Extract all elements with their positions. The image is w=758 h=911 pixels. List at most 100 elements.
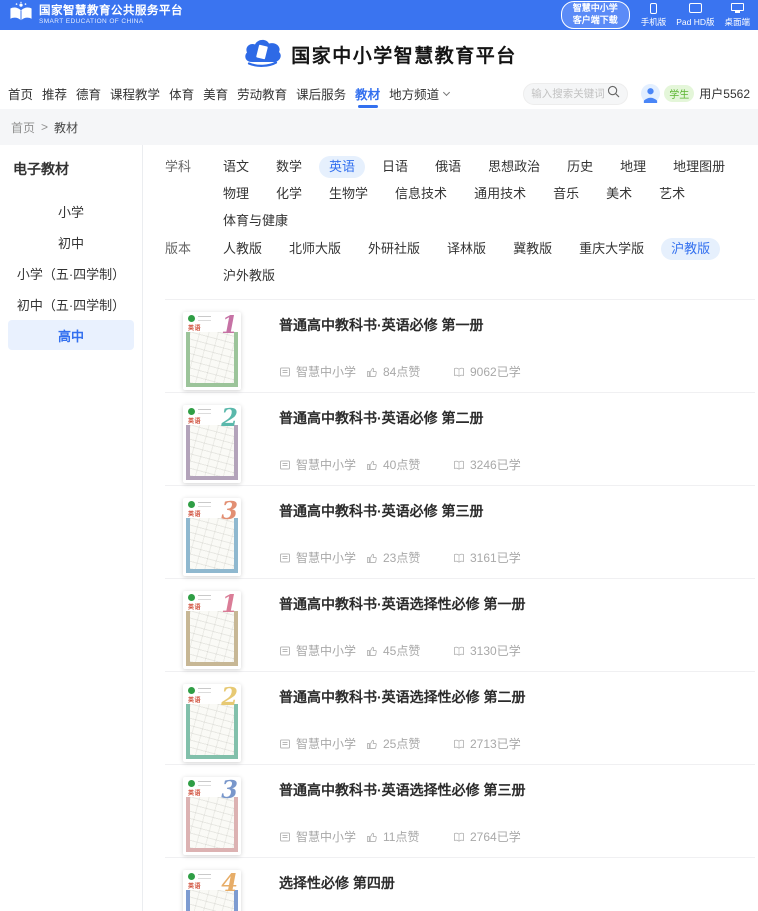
book-likes-text: 11点赞 xyxy=(383,828,419,845)
subject-arts[interactable]: 艺术 xyxy=(649,183,695,205)
device-link-pad[interactable]: Pad HD版 xyxy=(676,2,714,28)
nav-item-home[interactable]: 首页 xyxy=(8,78,33,109)
edition-waiyanshe[interactable]: 外研社版 xyxy=(358,238,430,260)
book-cover[interactable]: 英语2 xyxy=(183,405,241,483)
book-cover[interactable]: 英语2 xyxy=(183,684,241,762)
user-avatar-icon[interactable] xyxy=(641,84,660,103)
book-info: 普通高中教科书·英语选择性必修 第一册智慧中小学 45点赞3130已学 xyxy=(279,591,755,671)
subject-pe-health[interactable]: 体育与健康 xyxy=(213,210,298,232)
platform-brand[interactable]: 国家智慧教育公共服务平台 SMART EDUCATION OF CHINA xyxy=(8,1,183,30)
subject-music[interactable]: 音乐 xyxy=(543,183,589,205)
tablet-icon xyxy=(689,2,702,14)
sidebar-item-primary-54[interactable]: 小学（五·四学制） xyxy=(8,258,134,288)
book-cover[interactable]: 英语1 xyxy=(183,591,241,669)
subject-english[interactable]: 英语 xyxy=(319,156,365,178)
edition-yilin[interactable]: 译林版 xyxy=(437,238,496,260)
subject-physics[interactable]: 物理 xyxy=(213,183,259,205)
edition-hujiao[interactable]: 沪教版 xyxy=(661,238,720,260)
book-meta: 智慧中小学11点赞2764已学 xyxy=(279,828,755,845)
book-title[interactable]: 普通高中教科书·英语选择性必修 第一册 xyxy=(279,594,755,614)
book-title[interactable]: 普通高中教科书·英语必修 第一册 xyxy=(279,315,755,335)
search-input[interactable] xyxy=(531,88,607,100)
subject-japanese[interactable]: 日语 xyxy=(372,156,418,178)
subject-russian[interactable]: 俄语 xyxy=(425,156,471,178)
cover-subject-label: 英语 xyxy=(188,323,201,332)
subject-chinese[interactable]: 语文 xyxy=(213,156,259,178)
book-cover[interactable]: 英语1 xyxy=(183,312,241,390)
sidebar-item-senior[interactable]: 高中 xyxy=(8,320,134,350)
book-cover[interactable]: 英语3 xyxy=(183,777,241,855)
book-likes[interactable]: 40点赞 xyxy=(366,456,453,473)
book-meta: 智慧中小学84点赞9062已学 xyxy=(279,363,755,380)
book-source-text: 智慧中小学 xyxy=(296,735,356,752)
search-box[interactable] xyxy=(523,83,628,105)
client-download-button[interactable]: 智慧中小学 客户端下载 xyxy=(561,1,630,28)
subject-geography[interactable]: 地理 xyxy=(610,156,656,178)
cover-art xyxy=(186,332,238,387)
book-likes[interactable]: 45点赞 xyxy=(366,642,453,659)
nav-item-textbook[interactable]: 教材 xyxy=(355,78,380,109)
sidebar-item-primary[interactable]: 小学 xyxy=(8,196,134,226)
subject-politics[interactable]: 思想政治 xyxy=(478,156,550,178)
book-title[interactable]: 普通高中教科书·英语必修 第二册 xyxy=(279,408,755,428)
subject-filter-items: 语文数学英语日语俄语思想政治历史地理地理图册物理化学生物学信息技术通用技术音乐美… xyxy=(213,153,755,234)
book-learned-text: 2713已学 xyxy=(470,735,521,752)
search-icon[interactable] xyxy=(607,85,620,103)
book-title[interactable]: 选择性必修 第四册 xyxy=(279,873,755,893)
book-learned: 3130已学 xyxy=(453,642,521,659)
user-name[interactable]: 用户5562 xyxy=(699,85,750,102)
subject-history[interactable]: 历史 xyxy=(557,156,603,178)
nav-item-moral-education[interactable]: 德育 xyxy=(76,78,101,109)
nav-item-recommend[interactable]: 推荐 xyxy=(42,78,67,109)
book-meta: 智慧中小学 25点赞 2713已学 xyxy=(279,735,755,752)
edition-chongqing-univ[interactable]: 重庆大学版 xyxy=(569,238,654,260)
subject-chemistry[interactable]: 化学 xyxy=(266,183,312,205)
book-cover[interactable]: 英语3 xyxy=(183,498,241,576)
edition-beishida[interactable]: 北师大版 xyxy=(279,238,351,260)
nav-item-local-channel[interactable]: 地方频道 xyxy=(389,78,449,109)
subject-biology[interactable]: 生物学 xyxy=(319,183,378,205)
subject-general-tech[interactable]: 通用技术 xyxy=(464,183,536,205)
book-source: 智慧中小学 xyxy=(279,549,366,566)
breadcrumb-home[interactable]: 首页 xyxy=(11,119,35,136)
book-source: 智慧中小学 xyxy=(279,642,366,659)
book-title[interactable]: 普通高中教科书·英语必修 第三册 xyxy=(279,501,755,521)
device-link-desktop[interactable]: 桌面端 xyxy=(724,2,750,28)
subject-geo-atlas[interactable]: 地理图册 xyxy=(663,156,735,178)
edition-renjiao[interactable]: 人教版 xyxy=(213,238,272,260)
edition-jijiao[interactable]: 冀教版 xyxy=(503,238,562,260)
book-likes[interactable]: 11点赞 xyxy=(366,828,453,845)
thumbs-up-icon xyxy=(366,552,378,564)
book-likes[interactable]: 23点赞 xyxy=(366,549,453,566)
cover-decoration xyxy=(198,874,211,879)
book-title[interactable]: 普通高中教科书·英语选择性必修 第三册 xyxy=(279,780,755,800)
book-likes[interactable]: 25点赞 xyxy=(366,735,453,752)
nav-item-after-school-service[interactable]: 课后服务 xyxy=(296,78,346,109)
cover-decoration xyxy=(198,688,211,693)
sidebar-item-junior[interactable]: 初中 xyxy=(8,227,134,257)
book-title[interactable]: 普通高中教科书·英语选择性必修 第二册 xyxy=(279,687,755,707)
nav-item-labor-education[interactable]: 劳动教育 xyxy=(237,78,287,109)
open-book-icon xyxy=(453,459,465,471)
subject-fine-arts[interactable]: 美术 xyxy=(596,183,642,205)
subject-information-tech[interactable]: 信息技术 xyxy=(385,183,457,205)
book-likes[interactable]: 84点赞 xyxy=(366,363,453,380)
school-badge-icon xyxy=(279,366,291,378)
subject-math[interactable]: 数学 xyxy=(266,156,312,178)
open-book-logo-icon xyxy=(8,1,34,30)
cover-decoration xyxy=(198,781,211,786)
book-learned: 3161已学 xyxy=(453,549,521,566)
nav-item-physical-education[interactable]: 体育 xyxy=(169,78,194,109)
book-row-b7: 英语4选择性必修 第四册智慧中小学1点赞268已学 xyxy=(165,858,755,911)
cover-art xyxy=(186,797,238,852)
book-learned: 2713已学 xyxy=(453,735,521,752)
book-likes-text: 84点赞 xyxy=(383,363,420,380)
book-likes-text: 25点赞 xyxy=(383,735,420,752)
nav-item-aesthetic-education[interactable]: 美育 xyxy=(203,78,228,109)
sidebar-item-junior-54[interactable]: 初中（五·四学制） xyxy=(8,289,134,319)
device-link-mobile[interactable]: 手机版 xyxy=(641,2,667,28)
book-cover[interactable]: 英语4 xyxy=(183,870,241,911)
nav-item-curriculum-teaching[interactable]: 课程教学 xyxy=(110,78,160,109)
edition-huwaijiao[interactable]: 沪外教版 xyxy=(213,265,285,287)
book-source-text: 智慧中小学 xyxy=(296,642,356,659)
